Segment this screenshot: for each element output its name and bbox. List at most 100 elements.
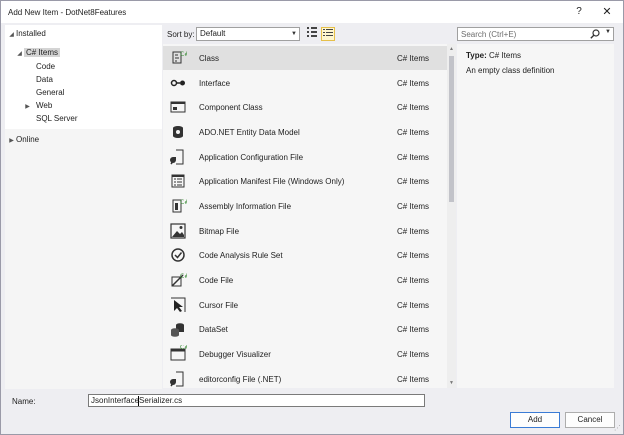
tree-label-installed: Installed <box>16 29 46 38</box>
component-class-icon <box>170 101 186 113</box>
template-category-tree: ◢ Installed ◢ C# Items Code Data General ▶… <box>5 25 162 389</box>
window-title: Add New Item - DotNet8Features <box>8 8 127 17</box>
sort-by-label: Sort by: <box>167 30 195 39</box>
type-value: C# Items <box>488 51 521 60</box>
list-item-code-analysis-rule-set[interactable]: Code Analysis Rule Set C# Items <box>163 243 447 267</box>
cursor-file-icon <box>171 297 186 312</box>
item-name: editorconfig File (.NET) <box>199 375 282 384</box>
dataset-icon <box>171 323 184 337</box>
tree-label-web: Web <box>36 101 53 110</box>
tree-node-web[interactable]: ▶ Web <box>23 99 52 112</box>
item-category: C# Items <box>397 54 430 63</box>
config-file-icon <box>170 149 184 165</box>
tree-node-code[interactable]: Code <box>36 60 55 73</box>
tree-node-sql-server[interactable]: SQL Server <box>36 112 78 125</box>
tree-node-data[interactable]: Data <box>36 73 53 86</box>
list-item-debugger-visualizer[interactable]: C# Debugger Visualizer C# Items <box>163 342 447 366</box>
list-item-code-file[interactable]: C# Code File C# Items <box>163 268 447 292</box>
item-category: C# Items <box>397 177 430 186</box>
item-category: C# Items <box>397 103 430 112</box>
tree-label-online: Online <box>16 135 40 144</box>
svg-text:C#: C# <box>180 345 187 351</box>
list-item-ado-net-entity-data-model[interactable]: ADO.NET Entity Data Model C# Items <box>163 120 447 144</box>
list-item-interface[interactable]: Interface C# Items <box>163 71 447 95</box>
list-item-editorconfig-file[interactable]: editorconfig File (.NET) C# Items <box>163 367 447 388</box>
sort-by-value: Default <box>200 29 226 38</box>
list-view-button[interactable] <box>321 27 335 41</box>
add-new-item-dialog: Add New Item - DotNet8Features ? ✕ ◢ Inst… <box>0 0 624 435</box>
item-name: Application Configuration File <box>199 153 304 162</box>
item-category: C# Items <box>397 350 430 359</box>
item-name: Application Manifest File (Windows Only) <box>199 177 345 186</box>
item-template-list: C# Class C# Items Interface C# Items Com… <box>163 44 456 388</box>
grid-view-button[interactable] <box>305 27 319 41</box>
scroll-down-arrow-icon[interactable]: ▼ <box>447 378 456 388</box>
debugger-visualizer-icon: C# <box>170 345 187 361</box>
name-field-value: JsonInterfaceSerializer.cs <box>91 396 183 405</box>
item-name: Assembly Information File <box>199 202 292 211</box>
scroll-up-arrow-icon[interactable]: ▲ <box>447 44 456 54</box>
list-item-dataset[interactable]: DataSet C# Items <box>163 317 447 341</box>
item-name: Interface <box>199 79 231 88</box>
assembly-info-icon: C# <box>172 199 187 213</box>
expanded-triangle-icon[interactable]: ◢ <box>7 29 16 42</box>
chevron-down-icon: ▼ <box>291 31 297 37</box>
tree-node-csharp-items[interactable]: ◢ C# Items <box>15 46 61 61</box>
list-item-application-configuration-file[interactable]: Application Configuration File C# Items <box>163 145 447 169</box>
search-icon[interactable] <box>590 29 600 39</box>
add-button[interactable]: Add <box>510 412 560 428</box>
item-category: C# Items <box>397 227 430 236</box>
collapsed-triangle-icon[interactable]: ▶ <box>23 101 32 114</box>
list-item-bitmap-file[interactable]: Bitmap File C# Items <box>163 219 447 243</box>
item-name: Bitmap File <box>199 227 240 236</box>
search-options-chevron-icon[interactable]: ▼ <box>605 29 611 35</box>
close-button[interactable]: ✕ <box>599 5 615 19</box>
item-name: DataSet <box>199 325 228 334</box>
item-list-scrollbar[interactable]: ▲ ▼ <box>447 44 456 388</box>
sort-by-dropdown[interactable]: Default ▼ <box>196 27 300 41</box>
name-label: Name: <box>12 397 36 406</box>
tree-node-online[interactable]: ▶ Online <box>7 133 39 146</box>
installed-section: ◢ Installed ◢ C# Items Code Data General ▶… <box>5 25 162 129</box>
code-file-icon: C# <box>171 273 187 287</box>
tree-node-installed[interactable]: ◢ Installed <box>7 27 46 40</box>
help-button[interactable]: ? <box>571 5 587 19</box>
item-name: ADO.NET Entity Data Model <box>199 128 300 137</box>
grid-view-icon <box>307 27 317 37</box>
item-category: C# Items <box>397 251 430 260</box>
search-input[interactable]: Search (Ctrl+E) ▼ <box>457 27 614 41</box>
list-item-component-class[interactable]: Component Class C# Items <box>163 95 447 119</box>
item-category: C# Items <box>397 325 430 334</box>
item-category: C# Items <box>397 276 430 285</box>
item-name: Code Analysis Rule Set <box>199 251 283 260</box>
scrollbar-thumb[interactable] <box>449 56 454 202</box>
cancel-button[interactable]: Cancel <box>565 412 615 428</box>
list-item-assembly-information-file[interactable]: C# Assembly Information File C# Items <box>163 194 447 218</box>
item-category: C# Items <box>397 153 430 162</box>
tree-node-general[interactable]: General <box>36 86 64 99</box>
svg-text:C#: C# <box>180 273 187 280</box>
svg-text:C#: C# <box>180 51 187 58</box>
item-category: C# Items <box>397 375 430 384</box>
rule-set-icon <box>171 248 185 262</box>
list-item-class[interactable]: C# Class C# Items <box>163 46 447 70</box>
item-category: C# Items <box>397 128 430 137</box>
item-category: C# Items <box>397 79 430 88</box>
item-name: Cursor File <box>199 301 239 310</box>
bitmap-icon <box>170 223 186 239</box>
tree-label-csharp-items: C# Items <box>24 48 61 57</box>
item-name: Code File <box>199 276 234 285</box>
details-pane: Type: C# Items An empty class definition <box>457 44 614 388</box>
expanded-triangle-icon[interactable]: ◢ <box>15 48 24 61</box>
title-bar: Add New Item - DotNet8Features ? ✕ <box>1 1 623 23</box>
list-item-cursor-file[interactable]: Cursor File C# Items <box>163 293 447 317</box>
item-name: Debugger Visualizer <box>199 350 271 359</box>
editorconfig-icon <box>170 371 184 387</box>
resize-grip-icon[interactable]: ⋰ <box>614 424 621 432</box>
collapsed-triangle-icon[interactable]: ▶ <box>7 135 16 148</box>
item-category: C# Items <box>397 202 430 211</box>
item-name: Component Class <box>199 103 263 112</box>
name-field[interactable]: JsonInterfaceSerializer.cs <box>88 394 425 407</box>
list-item-application-manifest-file[interactable]: Application Manifest File (Windows Only)… <box>163 169 447 193</box>
item-name: Class <box>199 54 220 63</box>
